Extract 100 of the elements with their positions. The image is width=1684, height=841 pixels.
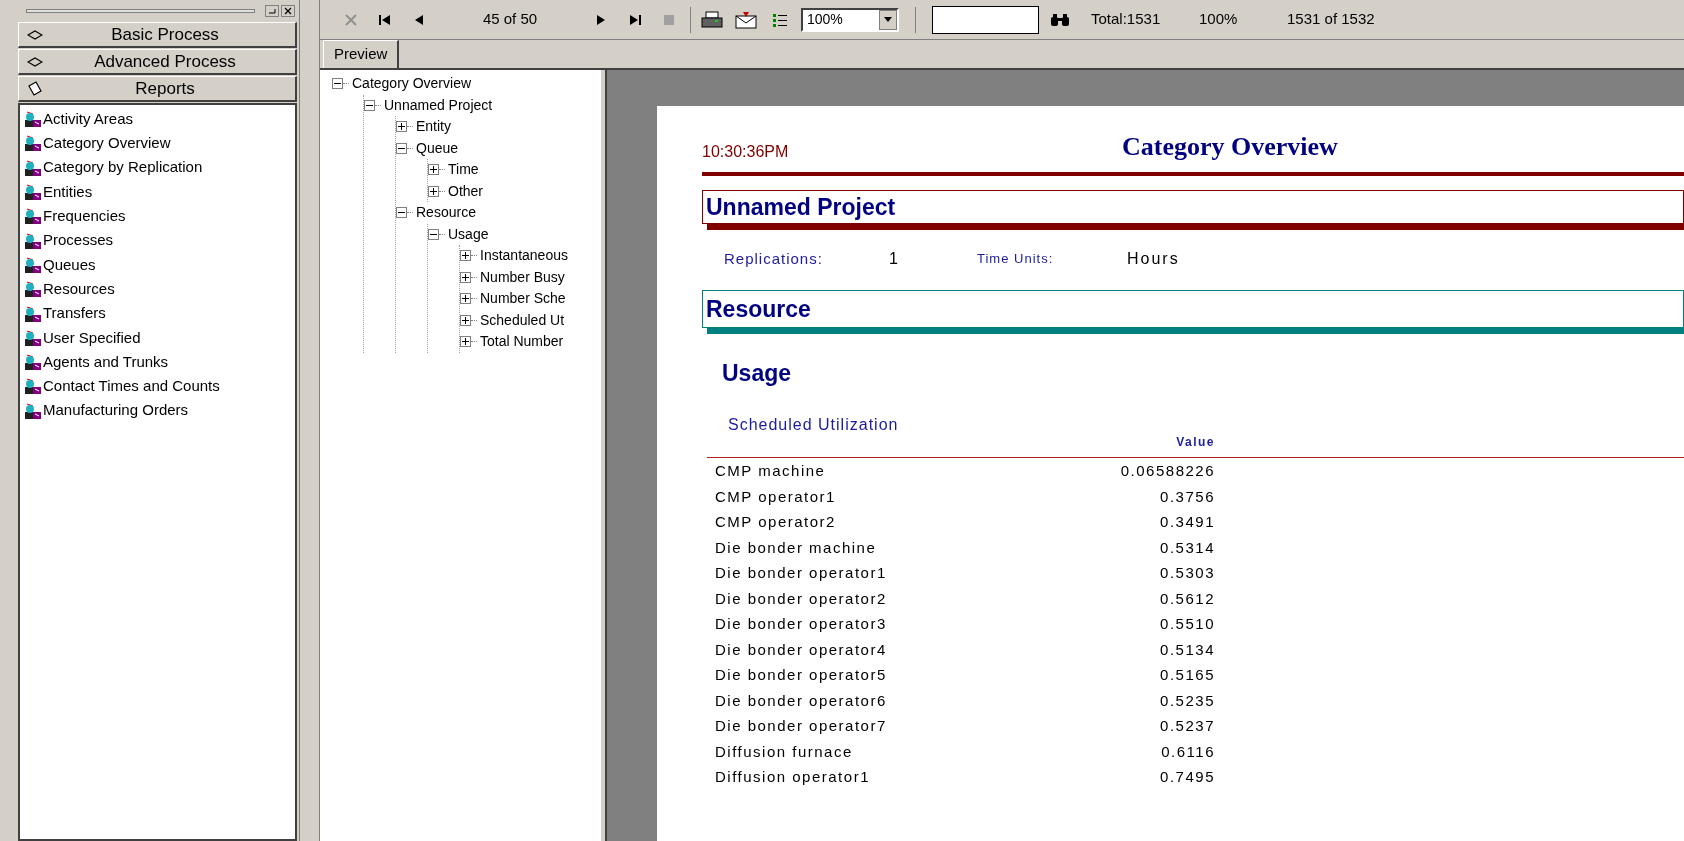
table-cell-text: Die bonder operator3: [715, 614, 887, 634]
diamond-icon: [27, 29, 43, 40]
table-cell-text: Die bonder operator4: [715, 639, 887, 660]
panel-header[interactable]: Advanced Process: [18, 49, 297, 75]
report-icon: [24, 111, 42, 128]
expand-icon[interactable]: [460, 314, 471, 326]
panel-header[interactable]: Reports: [18, 76, 297, 102]
report-icon: [24, 329, 42, 346]
page-icon: [27, 80, 43, 97]
table-cell-text: 0.5237: [1160, 716, 1215, 736]
table-cell-text: Die bonder operator6: [715, 690, 887, 711]
replications-label: Replications:: [724, 248, 824, 269]
expand-icon[interactable]: [428, 185, 439, 197]
preview-tab[interactable]: Preview: [323, 40, 400, 68]
report-item[interactable]: Entities: [20, 179, 295, 205]
table-cell-text: 0.5510: [1160, 614, 1215, 634]
table-cell-text: CMP operator2: [715, 512, 836, 532]
report-item[interactable]: Category by Replication: [20, 155, 295, 180]
report-icon: [24, 184, 42, 201]
table-cell-text: 0.5303: [1160, 563, 1215, 583]
search-field[interactable]: [932, 5, 1039, 34]
expand-icon[interactable]: [460, 250, 471, 262]
report-item[interactable]: Agents and Trunks: [20, 349, 295, 375]
table-cell-text: 0.06588226: [1120, 461, 1215, 481]
table-cell-text: Die bonder machine: [715, 537, 877, 558]
total-count: Total:1531: [1091, 9, 1162, 30]
page-indicator: 45 of 50: [481, 9, 539, 30]
report-icon: [24, 135, 42, 152]
zoom-select[interactable]: 100%: [801, 7, 899, 32]
collapse-icon[interactable]: [332, 78, 343, 90]
report-item[interactable]: Queues: [20, 252, 295, 278]
table-cell-text: 0.6116: [1161, 741, 1215, 762]
tree-item[interactable]: Resource: [416, 202, 476, 224]
expand-icon[interactable]: [460, 271, 471, 283]
report-item[interactable]: Transfers: [20, 301, 295, 326]
time-units-value: Hours: [1127, 249, 1180, 269]
report-item[interactable]: Category Overview: [20, 131, 295, 156]
table-cell-text: Die bonder operator1: [715, 563, 887, 583]
tree-item[interactable]: Other: [448, 180, 483, 202]
tree-item[interactable]: Number Busy: [480, 266, 565, 288]
column-header: Value: [1176, 433, 1215, 451]
tree-item[interactable]: Time: [448, 159, 479, 181]
report-icon: [24, 402, 42, 419]
table-cell-text: 0.5612: [1160, 588, 1215, 609]
tree-item[interactable]: Unnamed Project: [384, 94, 493, 116]
table-cell-text: 0.5134: [1160, 639, 1215, 660]
report-item[interactable]: Contact Times and Counts: [20, 374, 295, 399]
table-cell-text: Diffusion furnace: [715, 741, 853, 762]
table-cell-text: 0.3756: [1160, 486, 1215, 507]
report-item[interactable]: Processes: [20, 228, 295, 253]
table-cell-text: Die bonder operator7: [715, 716, 887, 736]
table-cell-text: 0.5165: [1160, 665, 1215, 685]
report-item[interactable]: Manufacturing Orders: [20, 398, 295, 423]
section-heading: Unnamed Project: [702, 190, 1684, 224]
table-cell-text: 0.5235: [1160, 690, 1215, 711]
report-item[interactable]: Frequencies: [20, 204, 295, 229]
report-title: Category Overview: [1122, 131, 1338, 163]
record-count: 1531 of 1532: [1287, 9, 1375, 30]
report-item[interactable]: User Specified: [20, 325, 295, 350]
report-icon: [24, 305, 42, 322]
table-cell-text: 0.7495: [1160, 767, 1215, 787]
tree-item[interactable]: Category Overview: [352, 73, 472, 95]
restore-icon[interactable]: [265, 5, 279, 17]
table-cell-text: CMP machine: [715, 461, 826, 481]
report-icon: [24, 281, 42, 298]
panel-header[interactable]: Basic Process: [18, 22, 297, 48]
tree-item[interactable]: Queue: [416, 137, 459, 159]
report-time: 10:30:36PM: [702, 142, 790, 162]
report-item[interactable]: Activity Areas: [20, 107, 295, 132]
tree-item[interactable]: Total Number: [480, 331, 564, 353]
collapse-icon[interactable]: [428, 228, 439, 240]
collapse-icon[interactable]: [396, 207, 407, 219]
report-item[interactable]: Resources: [20, 277, 295, 302]
table-cell-text: Die bonder operator5: [715, 665, 887, 685]
section-heading: Resource: [702, 290, 1684, 328]
table-title: Scheduled Utilization: [728, 414, 899, 435]
expand-icon[interactable]: [428, 164, 439, 176]
table-cell-text: 0.3491: [1160, 512, 1215, 532]
tree-item[interactable]: Instantaneous: [480, 245, 568, 267]
collapse-icon[interactable]: [364, 99, 375, 111]
expand-icon[interactable]: [460, 336, 471, 348]
tree-item[interactable]: Number Sche: [480, 288, 566, 310]
report-icon: [24, 208, 42, 225]
tree-item[interactable]: Usage: [448, 223, 489, 245]
tree-item[interactable]: Entity: [416, 116, 451, 138]
tree-item[interactable]: Scheduled Ut: [480, 309, 565, 331]
percent-done: 100%: [1199, 9, 1239, 30]
dropdown-arrow-icon: [884, 17, 892, 22]
table-cell-text: CMP operator1: [715, 486, 836, 507]
expand-icon[interactable]: [460, 293, 471, 305]
table-cell-text: Die bonder operator2: [715, 588, 887, 609]
replications-value: 1: [889, 249, 899, 269]
diamond-icon: [27, 56, 43, 67]
report-icon: [24, 159, 42, 176]
time-units-label: Time Units:: [977, 250, 1055, 269]
report-icon: [24, 354, 42, 371]
expand-icon[interactable]: [396, 121, 407, 133]
close-icon[interactable]: [281, 5, 295, 17]
collapse-icon[interactable]: [396, 142, 407, 154]
report-icon: [24, 378, 42, 395]
